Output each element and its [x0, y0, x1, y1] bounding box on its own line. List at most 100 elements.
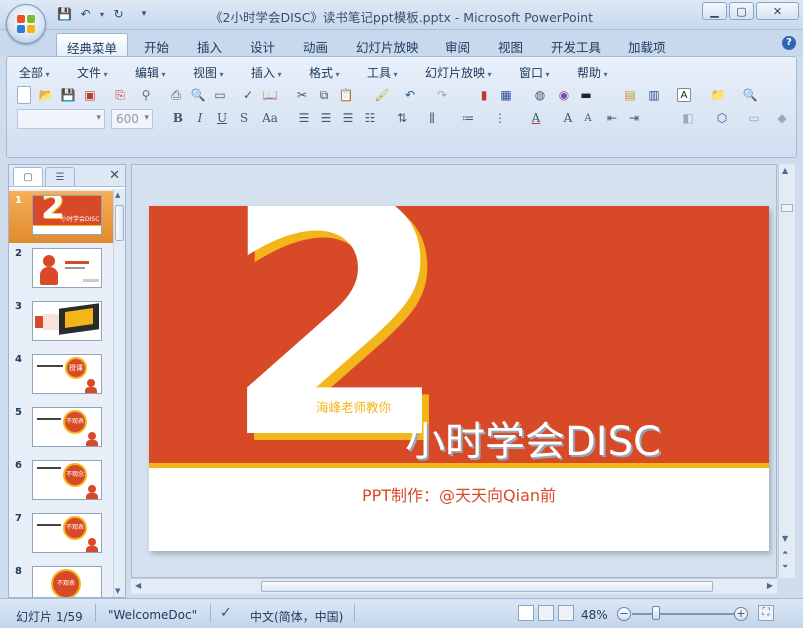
- tab-animation[interactable]: 动画: [293, 33, 338, 56]
- next-slide-icon[interactable]: ⏷: [782, 562, 788, 572]
- cut-icon[interactable]: ✂: [293, 86, 311, 104]
- bullets-icon[interactable]: ⋮: [491, 109, 509, 127]
- thumbnails-scrollbar[interactable]: ▲ ▼: [113, 189, 125, 597]
- fill-icon[interactable]: ◆: [773, 109, 791, 127]
- scroll-thumb[interactable]: [781, 204, 793, 212]
- menu-slideshow[interactable]: 幻灯片放映: [425, 64, 492, 81]
- scroll-left-icon[interactable]: ◀: [135, 581, 141, 590]
- tab-view[interactable]: 视图: [488, 33, 533, 56]
- change-case-icon[interactable]: Aa: [259, 109, 281, 127]
- tab-design[interactable]: 设计: [240, 33, 285, 56]
- export-icon[interactable]: ⎘: [111, 86, 129, 104]
- help-icon[interactable]: ?: [782, 36, 796, 50]
- tab-slideshow[interactable]: 幻灯片放映: [346, 33, 429, 56]
- undo-toolbar-icon[interactable]: ↶: [401, 86, 419, 104]
- permission-icon[interactable]: ⚲: [137, 86, 155, 104]
- numbering-icon[interactable]: ≔: [459, 109, 477, 127]
- bold-icon[interactable]: B: [169, 109, 187, 127]
- slide-thumb-5[interactable]: 5 不观表: [9, 403, 113, 455]
- menu-insert[interactable]: 插入: [251, 64, 282, 81]
- slideshow-view-icon[interactable]: [558, 605, 574, 621]
- print-icon[interactable]: ⎙: [167, 86, 185, 104]
- tab-home[interactable]: 开始: [134, 33, 179, 56]
- grow-font-icon[interactable]: A: [559, 109, 577, 127]
- font-size-combo[interactable]: 600: [111, 109, 153, 129]
- slide-thumb-4[interactable]: 4 授课: [9, 350, 113, 402]
- slide-thumb-2[interactable]: 2: [9, 244, 113, 296]
- spelling-icon[interactable]: ✓: [239, 86, 257, 104]
- shapes-icon[interactable]: ⬡: [713, 109, 731, 127]
- new-icon[interactable]: [17, 86, 31, 104]
- chart-icon[interactable]: ▮: [475, 86, 493, 104]
- print-preview-icon[interactable]: 🔍: [189, 86, 207, 104]
- screen-icon[interactable]: ▭: [211, 86, 229, 104]
- strikethrough-icon[interactable]: S: [235, 109, 253, 127]
- tab-classic-menu[interactable]: 经典菜单: [56, 33, 129, 56]
- slide-thumb-7[interactable]: 7 不观表: [9, 509, 113, 561]
- normal-view-icon[interactable]: [518, 605, 534, 621]
- maximize-button[interactable]: ▢: [729, 2, 754, 20]
- justify-icon[interactable]: ☷: [361, 109, 379, 127]
- shape-style-icon[interactable]: ▭: [745, 109, 763, 127]
- scroll-right-icon[interactable]: ▶: [767, 581, 773, 590]
- current-slide[interactable]: 2 海峰老师教你 小时学会DISC PPT制作：@天天向Qian前: [149, 206, 769, 551]
- format-painter-icon[interactable]: 🖌: [373, 86, 391, 104]
- slide-sorter-icon[interactable]: [538, 605, 554, 621]
- scroll-down-icon[interactable]: ▼: [782, 534, 788, 543]
- slide-vertical-scrollbar[interactable]: ▲ ▼ ⏶ ⏷: [778, 164, 795, 578]
- menu-window[interactable]: 窗口: [519, 64, 550, 81]
- zoom-level[interactable]: 48%: [581, 608, 608, 622]
- save-icon[interactable]: 💾: [59, 86, 77, 104]
- redo-toolbar-icon[interactable]: ↷: [433, 86, 451, 104]
- columns-icon[interactable]: ⫼: [423, 109, 441, 127]
- layout-icon[interactable]: ▥: [645, 86, 663, 104]
- slide-thumb-1[interactable]: 1 2 小时学会DISC: [9, 191, 113, 243]
- align-center-icon[interactable]: ☰: [317, 109, 335, 127]
- menu-tools[interactable]: 工具: [367, 64, 398, 81]
- panel-close-icon[interactable]: ✕: [109, 168, 120, 183]
- menu-file[interactable]: 文件: [77, 64, 108, 81]
- arrange-icon[interactable]: ◧: [679, 109, 697, 127]
- menu-view[interactable]: 视图: [193, 64, 224, 81]
- horizontal-scrollbar[interactable]: ◀ ▶: [131, 578, 777, 594]
- scroll-down-icon[interactable]: ▼: [115, 587, 120, 595]
- save-as-pdf-icon[interactable]: ▣: [81, 86, 99, 104]
- align-right-icon[interactable]: ☰: [339, 109, 357, 127]
- underline-icon[interactable]: U: [213, 109, 231, 127]
- close-button[interactable]: ✕: [756, 2, 799, 20]
- tab-developer[interactable]: 开发工具: [541, 33, 611, 56]
- open-icon[interactable]: 📂: [37, 86, 55, 104]
- tab-outline[interactable]: ☰: [45, 167, 75, 186]
- previous-slide-icon[interactable]: ⏶: [782, 548, 788, 558]
- grayscale-icon[interactable]: ▬: [577, 86, 595, 104]
- zoom-in-icon[interactable]: +: [734, 607, 748, 621]
- scroll-thumb[interactable]: [115, 205, 124, 241]
- new-slide-icon[interactable]: ▤: [621, 86, 639, 104]
- slide-thumb-3[interactable]: 3: [9, 297, 113, 349]
- table-icon[interactable]: ▦: [497, 86, 515, 104]
- tab-review[interactable]: 审阅: [435, 33, 480, 56]
- folder-icon[interactable]: 📁: [709, 86, 727, 104]
- tab-slides[interactable]: ▢: [13, 167, 43, 186]
- slide-thumb-8[interactable]: 8 不观表: [9, 562, 113, 597]
- tab-addins[interactable]: 加载项: [618, 33, 676, 56]
- shrink-font-icon[interactable]: A: [579, 109, 597, 127]
- minimize-button[interactable]: ▁: [702, 2, 727, 20]
- line-spacing-icon[interactable]: ⇅: [393, 109, 411, 127]
- tab-insert[interactable]: 插入: [187, 33, 232, 56]
- align-left-icon[interactable]: ☰: [295, 109, 313, 127]
- fit-to-window-icon[interactable]: ⛶: [758, 605, 774, 621]
- menu-all[interactable]: 全部: [19, 64, 50, 81]
- research-icon[interactable]: 📖: [261, 86, 279, 104]
- zoom-out-icon[interactable]: −: [617, 607, 631, 621]
- slide-thumb-6[interactable]: 6 不观念: [9, 456, 113, 508]
- menu-format[interactable]: 格式: [309, 64, 340, 81]
- increase-indent-icon[interactable]: ⇥: [625, 109, 643, 127]
- language-indicator[interactable]: 中文(简体，中国): [250, 608, 343, 625]
- spelling-status-icon[interactable]: ✓: [220, 605, 232, 621]
- color-icon[interactable]: ◉: [555, 86, 573, 104]
- menu-help[interactable]: 帮助: [577, 64, 608, 81]
- scroll-thumb[interactable]: [261, 581, 713, 592]
- office-button[interactable]: [6, 4, 46, 44]
- scroll-up-icon[interactable]: ▲: [782, 166, 788, 175]
